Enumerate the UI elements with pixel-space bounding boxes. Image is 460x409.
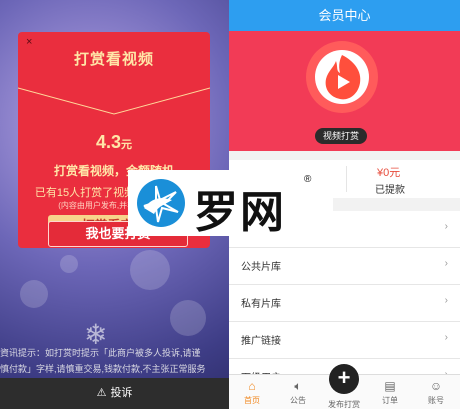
- registered-mark: ®: [304, 174, 312, 185]
- stats-divider: [346, 166, 347, 192]
- bokeh: [130, 250, 170, 290]
- balance-value: ¥0元: [377, 167, 401, 179]
- menu-item-private-library[interactable]: 私有片库 ›: [229, 285, 460, 322]
- complain-label: 投诉: [110, 387, 133, 399]
- warning-icon: ⚠: [96, 387, 107, 399]
- flame-logo-icon: [315, 50, 369, 104]
- speaker-icon: 🔈︎: [294, 379, 302, 393]
- menu-item-label: 推广链接: [241, 336, 281, 347]
- chevron-right-icon: ›: [444, 332, 448, 343]
- tab-orders[interactable]: ▤ 订单: [367, 379, 413, 406]
- tab-label: 首页: [244, 396, 260, 405]
- popup-title: 打赏看视频: [73, 51, 154, 68]
- amount-unit: 元: [121, 139, 133, 151]
- ticker-line: 資讯提示：如打赏时提示「此商户被多人投诉,请谨: [0, 348, 201, 358]
- ticker-line: 慎付款」字样,请慎重交易,钱款付款,不主张正常服务: [0, 364, 206, 374]
- watermark: 罗网 ®: [128, 170, 333, 238]
- tab-label: 订单: [382, 396, 398, 405]
- watermark-logo-icon: [137, 179, 185, 227]
- complain-bar[interactable]: ⚠ 投诉: [0, 378, 229, 409]
- bokeh: [170, 300, 206, 336]
- amount-value: 4.3: [95, 132, 122, 152]
- reward-amount: 4.3元: [18, 132, 210, 153]
- plus-icon[interactable]: +: [329, 364, 359, 394]
- tab-publish[interactable]: 发布打赏: [321, 399, 367, 409]
- chevron-right-icon: ›: [444, 221, 448, 232]
- menu-item-label: 私有片库: [241, 299, 281, 310]
- bokeh: [60, 255, 78, 273]
- chevron-right-icon: ›: [444, 295, 448, 306]
- tab-label: 公告: [290, 396, 306, 405]
- order-icon: ▤: [384, 379, 396, 393]
- bottom-tab-bar: ⌂ 首页 🔈︎ 公告 + 发布打赏 ▤ 订单 ☺ 账号: [229, 364, 460, 409]
- profile-banner: 视频打赏: [229, 31, 460, 151]
- watermark-text: 罗网: [194, 187, 286, 238]
- tab-label: 账号: [428, 396, 444, 405]
- notice-ticker: 資讯提示：如打赏时提示「此商户被多人投诉,请谨 慎付款」字样,请慎重交易,钱款付…: [0, 345, 229, 379]
- tab-label: 发布打赏: [328, 400, 360, 409]
- home-icon: ⌂: [248, 379, 256, 393]
- menu-item-label: 公共片库: [241, 262, 281, 273]
- tab-account[interactable]: ☺ 账号: [413, 379, 459, 406]
- envelope-flap-line: [18, 87, 210, 115]
- app-logo: [306, 41, 378, 113]
- menu-item-promo-link[interactable]: 推广链接 ›: [229, 322, 460, 359]
- tab-home[interactable]: ⌂ 首页: [229, 379, 275, 406]
- bokeh: [20, 280, 48, 308]
- tab-notice[interactable]: 🔈︎ 公告: [275, 379, 321, 406]
- menu-item-public-library[interactable]: 公共片库 ›: [229, 248, 460, 285]
- close-icon[interactable]: ×: [26, 36, 32, 48]
- user-icon: ☺: [429, 379, 443, 393]
- chevron-right-icon: ›: [444, 258, 448, 269]
- video-reward-badge: 视频打赏: [315, 128, 367, 144]
- withdrawn-label: 已提款: [375, 185, 405, 196]
- page-title: 会员中心: [229, 0, 460, 31]
